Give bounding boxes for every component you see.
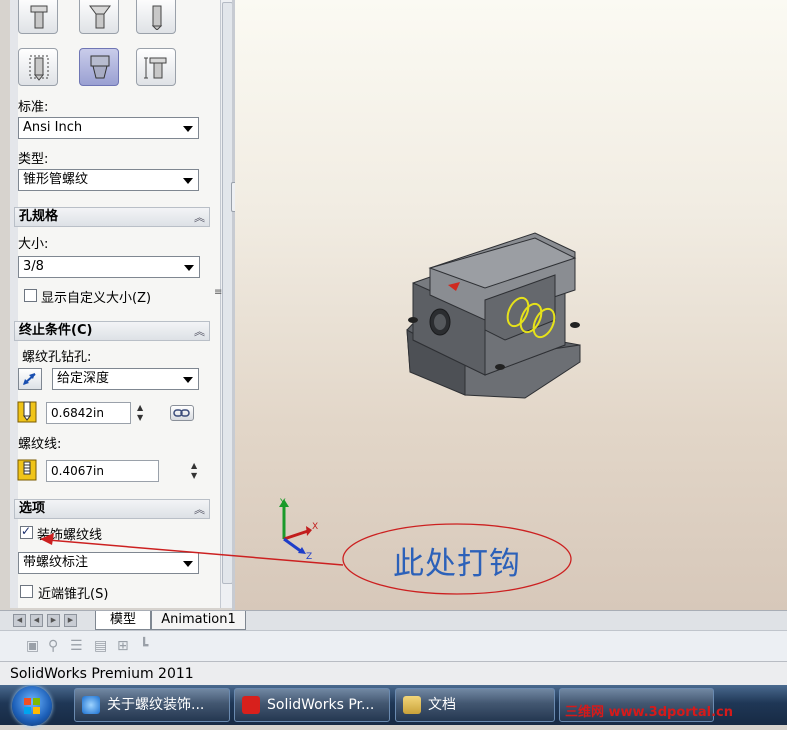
prev-tab-icon[interactable]: ◀: [30, 614, 43, 627]
watermark: 三维网 www.3dportal.cn: [565, 705, 734, 720]
first-tab-icon[interactable]: ◀: [13, 614, 26, 627]
windows-logo-icon: [24, 698, 40, 714]
dimension-icon[interactable]: ⊞: [117, 639, 133, 653]
tab-model[interactable]: 模型: [95, 611, 151, 630]
taskbar-item-documents-label: 文档: [428, 697, 456, 713]
folder-icon: [403, 696, 421, 714]
taskbar-item-browser-label: 关于螺纹装饰...: [107, 697, 205, 713]
taskbar-item-browser[interactable]: 关于螺纹装饰...: [74, 688, 230, 722]
tab-animation1[interactable]: Animation1: [151, 611, 246, 630]
pin-icon[interactable]: ⚲: [48, 639, 64, 653]
taskbar-item-solidworks[interactable]: SolidWorks Pr...: [234, 688, 390, 722]
tab-model-label: 模型: [109, 612, 136, 627]
ie-icon: [82, 696, 100, 714]
annotation-arrow: [40, 523, 572, 595]
list-icon[interactable]: ☰: [70, 639, 86, 653]
taskbar-item-solidworks-label: SolidWorks Pr...: [267, 697, 375, 713]
grid-icon[interactable]: ▤: [94, 639, 110, 653]
solidworks-icon: [242, 696, 260, 714]
status-text: SolidWorks Premium 2011: [10, 666, 194, 682]
tree-icon[interactable]: ┗: [140, 639, 156, 653]
last-tab-icon[interactable]: ▶: [64, 614, 77, 627]
next-tab-icon[interactable]: ▶: [47, 614, 60, 627]
taskbar-item-documents[interactable]: 文档: [395, 688, 555, 722]
status-bar: SolidWorks Premium 2011: [0, 661, 787, 685]
motion-toolbar: ▣ ⚲ ☰ ▤ ⊞ ┗: [0, 630, 787, 661]
annotation-text: 此处打钩: [393, 546, 521, 582]
document-tab-bar: ◀ ◀ ▶ ▶ 模型 Animation1: [0, 610, 787, 631]
tab-animation1-label: Animation1: [161, 612, 236, 627]
start-button[interactable]: [12, 686, 52, 726]
cube-icon[interactable]: ▣: [26, 639, 42, 653]
